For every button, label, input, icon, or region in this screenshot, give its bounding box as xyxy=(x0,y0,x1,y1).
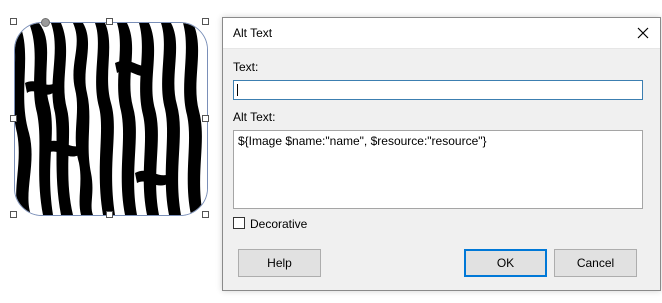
text-input[interactable] xyxy=(233,80,643,100)
resize-handle-top-left[interactable] xyxy=(10,18,17,25)
zebra-print-image[interactable] xyxy=(14,22,208,216)
alt-text-dialog: Alt Text Text: Alt Text: ${Image $name:"… xyxy=(222,17,661,291)
alt-text-field-label: Alt Text: xyxy=(233,110,276,124)
resize-handle-middle-left[interactable] xyxy=(10,115,17,122)
decorative-checkbox-label[interactable]: Decorative xyxy=(250,217,307,231)
alt-text-textarea[interactable]: ${Image $name:"name", $resource:"resourc… xyxy=(233,130,643,209)
resize-handle-top-center[interactable] xyxy=(106,18,113,25)
resize-handle-middle-right[interactable] xyxy=(202,115,209,122)
rotate-handle[interactable] xyxy=(41,18,50,27)
document-canvas xyxy=(0,0,222,303)
resize-handle-bottom-left[interactable] xyxy=(10,211,17,218)
cancel-button[interactable]: Cancel xyxy=(554,249,637,277)
ok-button[interactable]: OK xyxy=(464,249,547,277)
dialog-title: Alt Text xyxy=(233,26,273,40)
resize-handle-top-right[interactable] xyxy=(202,18,209,25)
text-cursor xyxy=(237,84,238,96)
close-icon xyxy=(637,27,649,39)
decorative-checkbox[interactable] xyxy=(233,217,245,229)
resize-handle-bottom-center[interactable] xyxy=(106,211,113,218)
zebra-stripes-graphic xyxy=(15,23,207,215)
dialog-titlebar: Alt Text xyxy=(223,18,660,49)
help-button[interactable]: Help xyxy=(238,249,321,277)
resize-handle-bottom-right[interactable] xyxy=(202,211,209,218)
text-field-label: Text: xyxy=(233,60,259,74)
close-button[interactable] xyxy=(626,18,660,48)
